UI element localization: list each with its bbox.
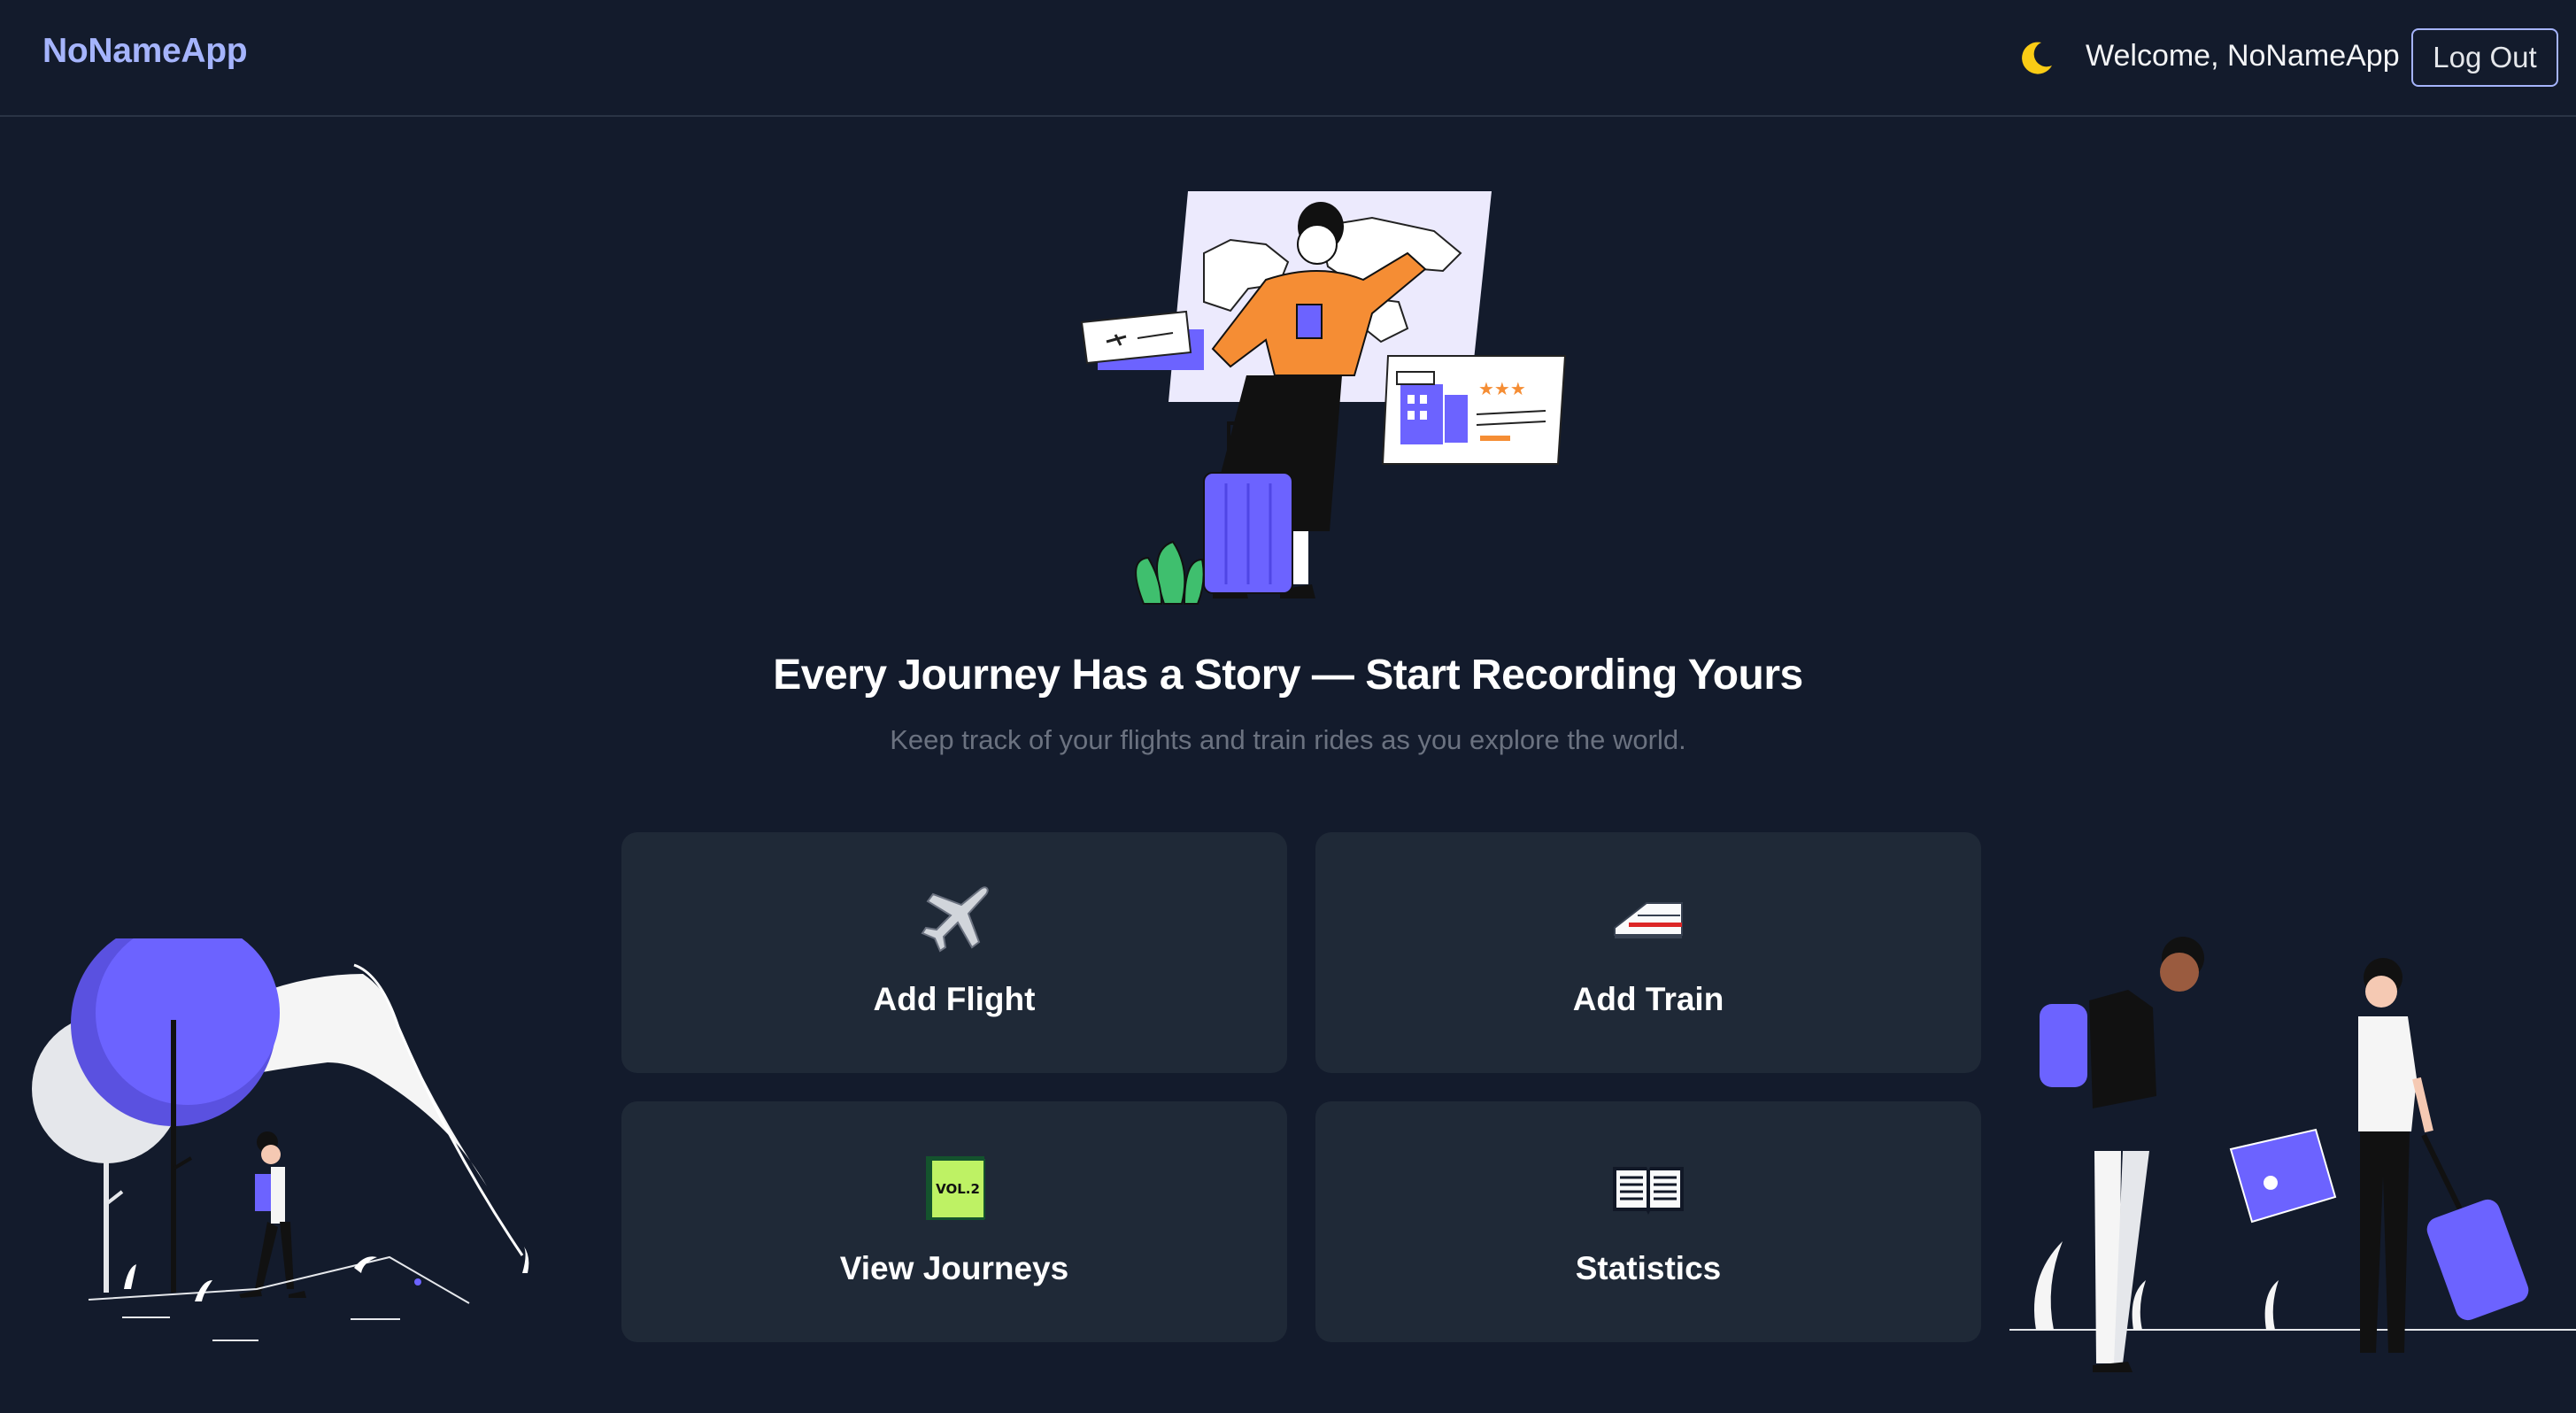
book-icon: VOL.2 <box>926 1156 985 1220</box>
top-navbar: NoNameApp Welcome, NoNameApp Log Out <box>0 0 2576 117</box>
airplane-icon <box>921 886 989 953</box>
view-journeys-label: View Journeys <box>839 1250 1069 1286</box>
add-train-label: Add Train <box>1572 981 1724 1017</box>
statistics-card[interactable]: Statistics <box>1315 1101 1981 1342</box>
add-flight-label: Add Flight <box>873 981 1036 1017</box>
book-icon-text: VOL.2 <box>936 1181 980 1197</box>
couple-travelers-illustration <box>2009 937 2576 1372</box>
hiker-landscape-illustration <box>32 938 529 1341</box>
hero-title: Every Journey Has a Story — Start Record… <box>773 652 1803 699</box>
train-icon <box>1614 902 1683 938</box>
welcome-text: Welcome, NoNameApp <box>2086 39 2400 73</box>
brand-logo[interactable]: NoNameApp <box>42 32 248 71</box>
logout-button[interactable]: Log Out <box>2411 28 2558 87</box>
view-journeys-card[interactable]: VOL.2 View Journeys <box>621 1101 1287 1342</box>
svg-text:★★★: ★★★ <box>1478 378 1526 399</box>
statistics-label: Statistics <box>1575 1250 1722 1286</box>
hero-subtitle: Keep track of your flights and train rid… <box>890 724 1686 755</box>
add-flight-card[interactable]: Add Flight <box>621 832 1287 1073</box>
traveler-illustration: ★★★ <box>1080 191 1567 605</box>
open-book-icon <box>1613 1167 1684 1215</box>
moon-icon[interactable] <box>2017 39 2055 78</box>
add-train-card[interactable]: Add Train <box>1315 832 1981 1073</box>
